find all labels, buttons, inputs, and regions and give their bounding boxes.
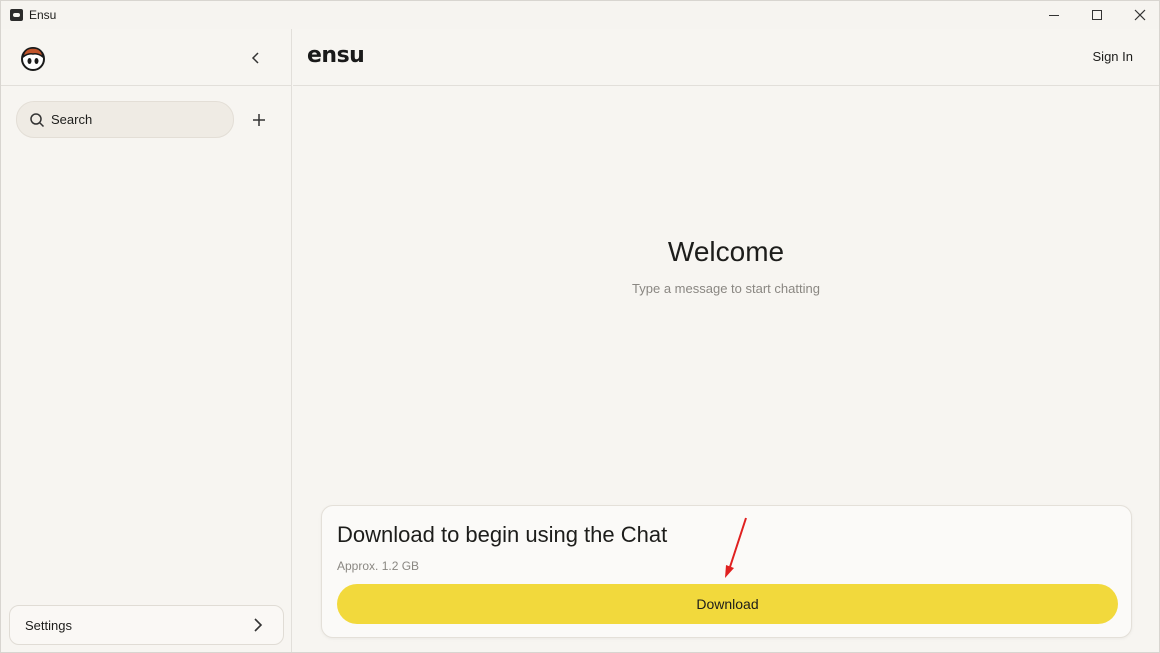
main-header: ensu Sign In xyxy=(293,29,1159,86)
sidebar-header xyxy=(1,29,291,86)
ensu-logo-icon xyxy=(21,47,45,71)
title-bar: Ensu xyxy=(1,1,1159,29)
search-box[interactable] xyxy=(16,101,234,138)
settings-button[interactable]: Settings xyxy=(9,605,284,645)
chevron-left-icon xyxy=(251,52,259,64)
search-input[interactable] xyxy=(51,112,221,127)
welcome-subtitle: Type a message to start chatting xyxy=(632,281,820,296)
minimize-button[interactable] xyxy=(1032,1,1076,29)
plus-icon xyxy=(253,114,265,126)
maximize-icon xyxy=(1092,10,1102,20)
search-icon xyxy=(30,112,45,127)
sidebar: Settings xyxy=(1,29,292,652)
brand-logo: ensu xyxy=(307,43,365,68)
sign-in-button[interactable]: Sign In xyxy=(1093,49,1133,64)
download-card-title: Download to begin using the Chat xyxy=(337,522,668,547)
app-icon xyxy=(10,9,23,21)
download-size: Approx. 1.2 GB xyxy=(337,559,420,573)
welcome-title: Welcome xyxy=(667,236,785,267)
download-button[interactable]: Download xyxy=(337,584,1118,624)
window-title: Ensu xyxy=(29,8,57,22)
new-chat-button[interactable] xyxy=(248,109,270,131)
minimize-icon xyxy=(1049,14,1059,16)
main-panel: ensu Sign In Welcome Type a message to s… xyxy=(293,29,1159,652)
close-button[interactable] xyxy=(1118,1,1160,29)
maximize-button[interactable] xyxy=(1075,1,1119,29)
close-icon xyxy=(1134,9,1146,21)
app-window: Ensu Settings xyxy=(0,0,1160,653)
download-card: Download to begin using the Chat Approx.… xyxy=(321,505,1132,638)
chevron-right-icon xyxy=(254,618,263,632)
settings-label: Settings xyxy=(25,617,72,633)
collapse-sidebar-button[interactable] xyxy=(245,47,267,69)
